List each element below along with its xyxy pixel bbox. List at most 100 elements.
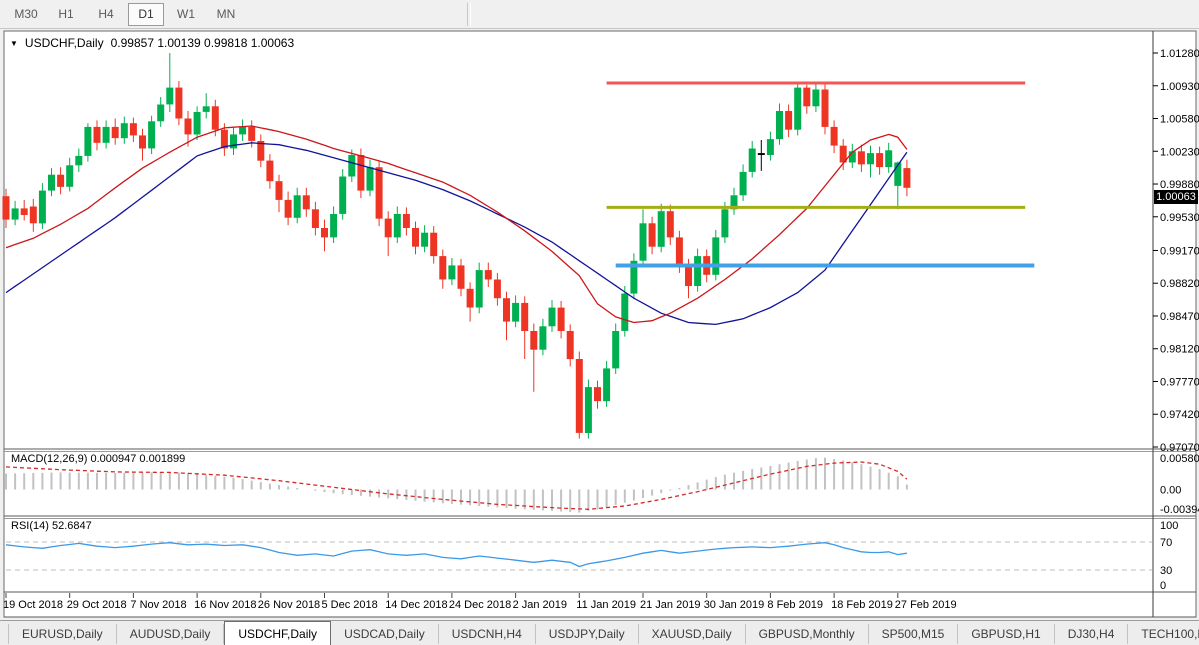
candle: [439, 256, 446, 279]
candle: [303, 195, 310, 209]
candle: [21, 208, 28, 215]
candle: [212, 106, 219, 129]
chart-dropdown-arrow-icon[interactable]: ▼: [10, 39, 18, 48]
candle: [822, 90, 829, 127]
bottom-tab-SP500-M15[interactable]: SP500,M15: [869, 624, 959, 644]
candle: [676, 237, 683, 265]
macd-axis-label: 0.00: [1160, 485, 1181, 497]
candle: [339, 177, 346, 214]
candle: [75, 156, 82, 165]
candle: [594, 387, 601, 401]
timeframe-button-M30[interactable]: M30: [8, 3, 44, 26]
candle: [694, 256, 701, 286]
candle: [48, 175, 55, 191]
timeframe-button-MN[interactable]: MN: [208, 3, 244, 26]
toolbar-separator: [467, 3, 471, 26]
candle: [139, 135, 146, 148]
candle: [794, 88, 801, 130]
bottom-tab-GBPUSD-H1[interactable]: GBPUSD,H1: [958, 624, 1054, 644]
candle: [294, 195, 301, 218]
candle: [803, 88, 810, 107]
candle: [412, 228, 419, 247]
price-axis-label: 1.01280: [1160, 48, 1199, 60]
candle: [12, 208, 19, 219]
bottom-tab-USDCAD-Daily[interactable]: USDCAD,Daily: [331, 624, 439, 644]
date-axis-label: 18 Feb 2019: [831, 599, 893, 611]
candle: [103, 127, 110, 143]
candle: [758, 153, 765, 155]
price-axis-label: 1.00580: [1160, 114, 1199, 126]
price-axis-label: 0.97770: [1160, 376, 1199, 388]
bottom-tab-AUDUSD-Daily[interactable]: AUDUSD,Daily: [117, 624, 225, 644]
candle: [621, 294, 628, 331]
candle: [867, 153, 874, 164]
main-chart[interactable]: 1.012801.009301.005801.002300.998800.995…: [0, 30, 1199, 619]
candle: [649, 223, 656, 246]
rsi-indicator-label: RSI(14) 52.6847: [11, 520, 92, 532]
candle: [357, 155, 364, 191]
date-axis-label: 21 Jan 2019: [640, 599, 701, 611]
candle: [885, 150, 892, 167]
candle: [458, 265, 465, 288]
bottom-tab-USDCNH-H4[interactable]: USDCNH,H4: [439, 624, 536, 644]
candle: [785, 111, 792, 130]
candle: [658, 211, 665, 247]
bottom-tab-XAUUSD-Daily[interactable]: XAUUSD,Daily: [639, 624, 746, 644]
candle: [394, 214, 401, 237]
candle: [721, 209, 728, 237]
rsi-axis-label: 0: [1160, 580, 1166, 592]
timeframe-button-D1[interactable]: D1: [128, 3, 164, 26]
timeframe-toolbar: M30H1H4D1W1MN: [0, 0, 1199, 29]
bottom-tab-USDCHF-Daily[interactable]: USDCHF,Daily: [224, 621, 331, 645]
timeframe-button-H1[interactable]: H1: [48, 3, 84, 26]
price-axis-label: 0.99530: [1160, 212, 1199, 224]
candle: [130, 123, 137, 135]
candle: [467, 289, 474, 308]
candle: [312, 209, 319, 228]
rsi-axis-label: 30: [1160, 565, 1172, 577]
candle: [57, 175, 64, 187]
bottom-tab-GBPUSD-Monthly[interactable]: GBPUSD,Monthly: [746, 624, 869, 644]
date-axis-label: 26 Nov 2018: [258, 599, 320, 611]
candle: [530, 331, 537, 350]
date-axis-label: 27 Feb 2019: [895, 599, 957, 611]
candle: [740, 172, 747, 195]
candle: [430, 233, 437, 256]
chart-window[interactable]: 1.012801.009301.005801.002300.998800.995…: [0, 30, 1199, 619]
candle: [903, 168, 910, 188]
bottom-tab-EURUSD-Daily[interactable]: EURUSD,Daily: [8, 624, 117, 644]
candle: [248, 127, 255, 141]
candle: [558, 308, 565, 331]
bottom-tab-TECH100-H1[interactable]: TECH100,H1: [1128, 624, 1199, 644]
candle: [266, 161, 273, 182]
candle: [330, 214, 337, 237]
candle: [148, 121, 155, 148]
date-axis-label: 7 Nov 2018: [130, 599, 186, 611]
bottom-tab-USDJPY-Daily[interactable]: USDJPY,Daily: [536, 624, 639, 644]
timeframe-button-H4[interactable]: H4: [88, 3, 124, 26]
timeframe-button-W1[interactable]: W1: [168, 3, 204, 26]
candle: [685, 265, 692, 286]
price-axis-label: 0.98470: [1160, 311, 1199, 323]
candle: [585, 387, 592, 433]
candle: [485, 270, 492, 279]
candle: [376, 167, 383, 219]
candle: [539, 326, 546, 349]
candle: [94, 127, 101, 143]
date-axis-label: 16 Nov 2018: [194, 599, 256, 611]
date-axis-label: 19 Oct 2018: [3, 599, 63, 611]
price-axis-label: 0.97420: [1160, 409, 1199, 421]
candle: [157, 105, 164, 122]
candle: [603, 368, 610, 401]
candle: [812, 90, 819, 107]
date-axis-label: 5 Dec 2018: [322, 599, 378, 611]
bottom-tab-DJ30-H4[interactable]: DJ30,H4: [1055, 624, 1129, 644]
candle: [239, 127, 246, 134]
candle: [403, 214, 410, 228]
candle: [321, 228, 328, 237]
candle: [367, 167, 374, 190]
candle: [421, 233, 428, 247]
candle: [448, 265, 455, 279]
rsi-axis-label: 70: [1160, 537, 1172, 549]
chart-symbol-period: USDCHF,Daily: [25, 36, 104, 50]
